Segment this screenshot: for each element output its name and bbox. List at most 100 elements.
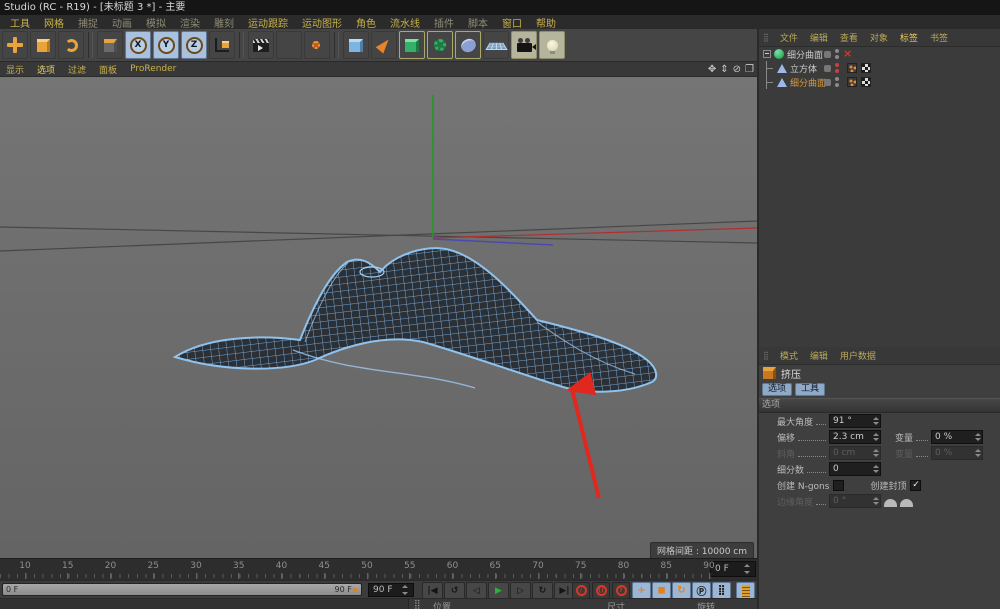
menubar-item-13[interactable]: 窗口 bbox=[502, 15, 522, 30]
menubar-item-8[interactable]: 运动图形 bbox=[302, 15, 342, 30]
editor-visibility-toggle[interactable] bbox=[824, 79, 831, 86]
checker-tag-icon[interactable] bbox=[861, 77, 871, 87]
checker-tag-icon[interactable] bbox=[861, 63, 871, 73]
object-row[interactable]: 立方体 bbox=[759, 61, 1000, 75]
object-name[interactable]: 细分曲面 bbox=[787, 48, 823, 61]
om-menu-1[interactable]: 编辑 bbox=[810, 31, 828, 44]
coordinate-system-icon[interactable] bbox=[209, 31, 235, 59]
next-frame-button[interactable]: ▷ bbox=[510, 582, 531, 599]
record-keyframe-button[interactable]: / bbox=[572, 582, 590, 599]
menubar-item-3[interactable]: 动画 bbox=[112, 15, 132, 30]
field-stepper[interactable] bbox=[974, 432, 981, 442]
generator-disabled-icon[interactable]: × bbox=[843, 47, 852, 60]
current-frame-field[interactable]: 0 F bbox=[710, 561, 756, 577]
visibility-dots-toggle[interactable] bbox=[835, 77, 839, 87]
am-menu-1[interactable]: 编辑 bbox=[810, 349, 828, 362]
previous-key-button[interactable]: ↺ bbox=[444, 582, 465, 599]
viewport-menu-1[interactable]: 选项 bbox=[37, 63, 55, 76]
value-field[interactable]: 2.3 cm bbox=[829, 430, 881, 444]
axis-y-lock[interactable]: Y bbox=[153, 31, 179, 59]
render-picture-viewer-icon[interactable] bbox=[276, 31, 302, 59]
menubar-item-0[interactable]: 工具 bbox=[10, 15, 30, 30]
editor-visibility-toggle[interactable] bbox=[824, 65, 831, 72]
light-icon[interactable] bbox=[539, 31, 565, 59]
phong-tag-icon[interactable] bbox=[847, 77, 857, 87]
autokey-button[interactable]: () bbox=[592, 582, 610, 599]
viewport-menu-0[interactable]: 显示 bbox=[6, 63, 24, 76]
field-stepper[interactable] bbox=[872, 464, 879, 474]
menubar-item-6[interactable]: 雕刻 bbox=[214, 15, 234, 30]
value-field[interactable]: 0 % bbox=[931, 430, 983, 444]
end-frame-stepper[interactable] bbox=[402, 585, 409, 595]
viewport-menu-3[interactable]: 面板 bbox=[99, 63, 117, 76]
am-menu-0[interactable]: 模式 bbox=[780, 349, 798, 362]
preview-range-slider[interactable]: 0 F 90 F▶ bbox=[2, 583, 362, 596]
viewport[interactable]: 显示选项过滤面板ProRender ✥⇕⊘❐ bbox=[0, 62, 757, 558]
viewport-menu-4[interactable]: ProRender bbox=[130, 64, 176, 74]
menubar-item-9[interactable]: 角色 bbox=[356, 15, 376, 30]
scale-tool-icon[interactable] bbox=[30, 31, 56, 59]
orbit-view-icon[interactable]: ⊘ bbox=[733, 64, 741, 75]
field-stepper[interactable] bbox=[872, 432, 879, 442]
menubar-item-5[interactable]: 渲染 bbox=[180, 15, 200, 30]
timeline-ruler[interactable]: 0 F 1015202530354045505560657075808590 bbox=[0, 558, 757, 581]
menubar-item-1[interactable]: 网格 bbox=[44, 15, 64, 30]
play-button[interactable]: ▶ bbox=[488, 582, 509, 599]
next-key-button[interactable]: ↻ bbox=[532, 582, 553, 599]
end-frame-field[interactable]: 90 F bbox=[368, 583, 414, 597]
menubar-item-14[interactable]: 帮助 bbox=[536, 15, 556, 30]
material-manager-area[interactable] bbox=[0, 599, 409, 609]
keyframe-rotation-toggle[interactable]: ↻ bbox=[672, 582, 691, 599]
visibility-dots-toggle[interactable] bbox=[835, 49, 839, 59]
am-tab-0[interactable]: 选项 bbox=[762, 383, 792, 396]
am-tab-1[interactable]: 工具 bbox=[795, 383, 825, 396]
om-menu-5[interactable]: 书签 bbox=[930, 31, 948, 44]
om-menu-4[interactable]: 标签 bbox=[900, 31, 918, 44]
checkbox[interactable]: ✓ bbox=[910, 480, 921, 491]
viewport-canvas[interactable]: 网格间距 : 10000 cm bbox=[0, 77, 757, 558]
field-stepper[interactable] bbox=[872, 416, 879, 426]
checkbox[interactable] bbox=[833, 480, 844, 491]
om-menu-0[interactable]: 文件 bbox=[780, 31, 798, 44]
record-help-button[interactable]: ? bbox=[612, 582, 630, 599]
om-menu-2[interactable]: 查看 bbox=[840, 31, 858, 44]
recent-tool-icon[interactable] bbox=[97, 31, 123, 59]
wireframe-hat-model[interactable] bbox=[175, 248, 656, 391]
render-view-icon[interactable] bbox=[248, 31, 274, 59]
object-row[interactable]: 细分曲面 × bbox=[759, 47, 1000, 61]
motion-clip-button[interactable] bbox=[736, 582, 755, 599]
spline-pen-icon[interactable] bbox=[371, 31, 397, 59]
camera-icon[interactable] bbox=[511, 31, 537, 59]
keyframe-parameter-toggle[interactable]: Ⓟ bbox=[692, 582, 711, 599]
editor-visibility-toggle[interactable] bbox=[824, 51, 831, 58]
frame-stepper[interactable] bbox=[744, 564, 751, 574]
menubar-item-4[interactable]: 模拟 bbox=[146, 15, 166, 30]
expander-toggle[interactable] bbox=[763, 50, 771, 58]
subdivision-surface-icon[interactable] bbox=[399, 31, 425, 59]
floor-icon[interactable] bbox=[483, 31, 509, 59]
value-field[interactable]: 91 ° bbox=[829, 414, 881, 428]
menubar-item-7[interactable]: 运动跟踪 bbox=[248, 15, 288, 30]
toggle-view-icon[interactable]: ❐ bbox=[745, 64, 754, 75]
om-menu-3[interactable]: 对象 bbox=[870, 31, 888, 44]
object-row[interactable]: 细分曲面 bbox=[759, 75, 1000, 89]
round-cap-button[interactable] bbox=[900, 499, 913, 507]
pan-view-icon[interactable]: ✥ bbox=[708, 64, 716, 75]
keyframe-pla-toggle[interactable]: ⣿ bbox=[712, 582, 731, 599]
keyframe-scale-toggle[interactable]: ◼ bbox=[652, 582, 671, 599]
object-name[interactable]: 立方体 bbox=[790, 62, 817, 75]
rotate-tool-icon[interactable] bbox=[58, 31, 84, 59]
menubar-item-11[interactable]: 插件 bbox=[434, 15, 454, 30]
object-name[interactable]: 细分曲面 bbox=[790, 76, 826, 89]
generator-icon[interactable] bbox=[427, 31, 453, 59]
am-menu-2[interactable]: 用户数据 bbox=[840, 349, 876, 362]
round-cap-button[interactable] bbox=[884, 499, 897, 507]
value-field[interactable]: 0 bbox=[829, 462, 881, 476]
zoom-view-icon[interactable]: ⇕ bbox=[720, 64, 728, 75]
primitive-cube-icon[interactable] bbox=[343, 31, 369, 59]
axis-z-lock[interactable]: Z bbox=[181, 31, 207, 59]
menubar-item-2[interactable]: 捕捉 bbox=[78, 15, 98, 30]
move-tool-icon[interactable] bbox=[2, 31, 28, 59]
keyframe-position-toggle[interactable]: + bbox=[632, 582, 651, 599]
axis-x-lock[interactable]: X bbox=[125, 31, 151, 59]
